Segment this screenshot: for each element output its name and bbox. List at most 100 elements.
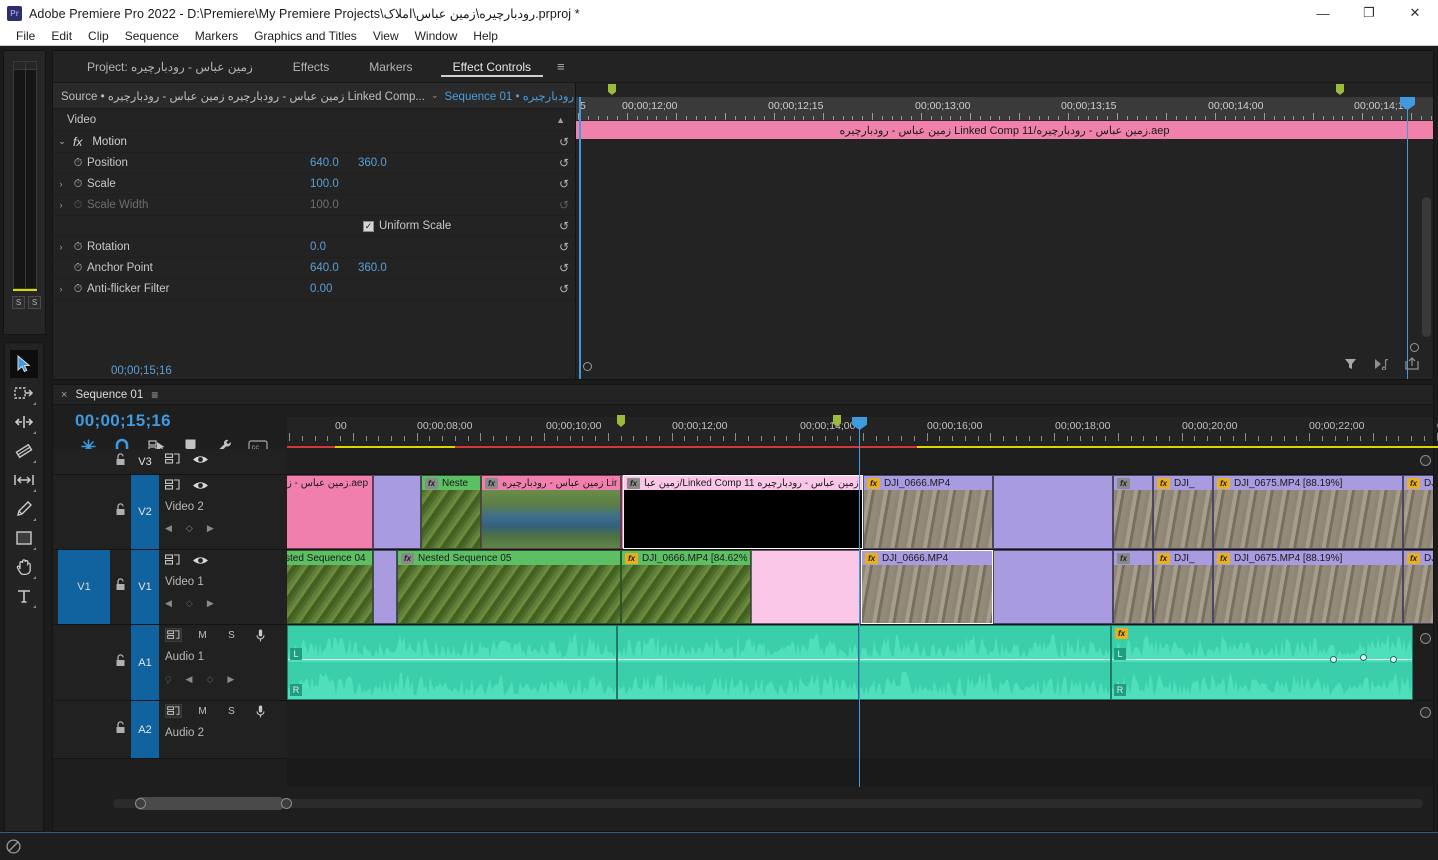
rectangle-tool[interactable] (10, 524, 38, 552)
filter-icon[interactable] (1344, 357, 1357, 375)
work-area-yellow[interactable] (335, 446, 455, 448)
audio-volume-line[interactable] (618, 659, 858, 660)
chevron-down-icon[interactable]: ⌄ (53, 136, 71, 147)
sync-lock-icon[interactable] (164, 478, 180, 496)
effect-controls-clip-strip[interactable]: زمین عباس - رودبارچیره Linked Comp 11/زم… (576, 121, 1433, 139)
sync-lock-icon[interactable] (165, 628, 182, 642)
fx-badge-icon[interactable]: fx (485, 477, 498, 489)
tab-effects[interactable]: Effects (273, 51, 349, 83)
fx-badge-icon[interactable]: fx (1117, 552, 1130, 564)
timeline-vertical-scrollbar[interactable] (1420, 455, 1431, 785)
add-keyframe-icon[interactable]: ◇ (186, 523, 193, 534)
timeline-clip-v1[interactable]: fx DJI_ (1153, 550, 1213, 624)
next-keyframe-icon[interactable]: ▶ (207, 598, 214, 609)
property-value-x[interactable]: 0.0 (310, 241, 326, 253)
property-row-scale[interactable]: › ⏱ Scale 100.0 ↺ (53, 174, 575, 195)
timeline-clip-v2[interactable]: fx DJI_0675.MP4 [88.19%] (1213, 475, 1403, 549)
property-row-uniform-scale[interactable]: ✓ Uniform Scale ↺ (53, 216, 575, 237)
track-header-a2[interactable]: A2 M S Audio 2 (53, 701, 287, 759)
track-band-v3[interactable] (287, 449, 1433, 475)
vscroll-top-knob[interactable] (1420, 455, 1431, 466)
selection-tool[interactable] (10, 350, 38, 378)
timeline-clip-v1[interactable]: fx (1113, 550, 1153, 624)
razor-tool[interactable] (10, 437, 38, 465)
reset-icon[interactable]: ↺ (559, 282, 569, 296)
fx-badge-icon[interactable]: fx (627, 477, 640, 489)
fx-badge-icon[interactable]: fx (1407, 477, 1420, 489)
vscroll-bottom-knob[interactable] (1420, 707, 1431, 718)
sync-lock-icon[interactable] (164, 553, 180, 571)
timeline-clip-v1[interactable]: fx Nested Sequence 05 (397, 550, 621, 624)
reset-icon[interactable]: ↺ (559, 156, 569, 170)
property-row-rotation[interactable]: › ⏱ Rotation 0.0 ↺ (53, 237, 575, 258)
timeline-clip-v1[interactable] (373, 550, 397, 624)
mute-button-a1[interactable]: M (194, 628, 211, 642)
pen-tool[interactable] (10, 495, 38, 523)
audio-volume-line[interactable] (288, 659, 616, 660)
effect-controls-vertical-scrollbar[interactable] (1422, 197, 1431, 337)
timeline-clip-v1[interactable]: fx DJI_0675.MP4 [88.19%] (1213, 550, 1403, 624)
stopwatch-icon[interactable]: ⏱ (69, 241, 87, 254)
timeline-ruler[interactable]: 00 00;00;08;00 00;00;10;00 00;00;12;00 00;00… (287, 417, 1438, 445)
timeline-clip-v1[interactable]: sted Sequence 04 (287, 550, 373, 624)
hscroll-right-knob[interactable] (281, 798, 292, 809)
timeline-clip-v2[interactable]: fx Neste (421, 475, 481, 549)
lock-icon[interactable] (115, 452, 126, 471)
slip-tool[interactable] (10, 466, 38, 494)
fx-badge-icon[interactable]: fx (625, 552, 638, 564)
lock-icon[interactable] (115, 578, 126, 596)
fx-badge-icon[interactable]: fx (1217, 477, 1230, 489)
track-label-v1[interactable]: V1 (131, 550, 159, 624)
type-tool[interactable] (10, 582, 38, 610)
timeline-clip-v1[interactable]: fx DJI_0666.MP4 (861, 550, 993, 624)
export-icon[interactable] (1405, 357, 1419, 375)
reset-icon[interactable]: ↺ (559, 240, 569, 254)
track-band-a1[interactable]: L R L Rfx (287, 625, 1433, 701)
minimize-button[interactable]: — (1300, 0, 1346, 26)
track-band-a2[interactable] (287, 701, 1433, 759)
microphone-icon[interactable] (252, 628, 269, 642)
hscroll-thumb[interactable] (135, 797, 285, 810)
menu-clip[interactable]: Clip (80, 26, 117, 46)
fx-badge-icon[interactable]: fx (1157, 477, 1170, 489)
track-label-v2[interactable]: V2 (131, 475, 159, 549)
effect-controls-timeline[interactable]: 5 00;00;12;00 00;00;12;15 00;00;13;00 00;00;… (576, 83, 1433, 379)
solo-button-a1[interactable]: S (223, 628, 240, 642)
audio-volume-keyframe[interactable] (1330, 656, 1337, 663)
eye-icon[interactable] (192, 553, 209, 571)
track-label-a2[interactable]: A2 (131, 701, 159, 758)
timeline-audio-clip[interactable] (859, 625, 1111, 700)
video-section-header[interactable]: Video ▲ (53, 109, 575, 131)
timeline-clip-v1[interactable]: fx DJI_0666.MP4 [84.62%] (621, 550, 751, 624)
menu-edit[interactable]: Edit (43, 26, 80, 46)
track-header-v1[interactable]: V1 V1 Video 1 ◀ ◇ ▶ (53, 550, 287, 625)
track-label-a1[interactable]: A1 (131, 625, 159, 700)
panel-menu-icon[interactable]: ≡ (151, 388, 158, 402)
microphone-icon[interactable] (252, 704, 269, 718)
uniform-scale-checkbox[interactable]: ✓ (363, 220, 374, 232)
tab-effect-controls[interactable]: Effect Controls (433, 51, 551, 83)
volume-keyframe-icon[interactable]: ◌̣ (165, 673, 172, 685)
ec-marker[interactable] (608, 84, 616, 95)
audio-volume-keyframe[interactable] (1390, 656, 1397, 663)
timeline-clip-v2[interactable]: fx زمین عبا/Linked Comp 11 زمین عباس - رو… (623, 475, 863, 549)
work-area-yellow[interactable] (917, 446, 1438, 448)
sync-lock-icon[interactable] (165, 704, 182, 718)
eye-icon[interactable] (192, 478, 209, 496)
lock-icon[interactable] (115, 653, 126, 672)
menu-file[interactable]: File (8, 26, 43, 46)
lock-icon[interactable] (115, 503, 126, 521)
ec-playhead[interactable] (1400, 97, 1415, 379)
eye-icon[interactable] (192, 452, 209, 470)
track-label-v3[interactable]: V3 (131, 449, 159, 474)
collapse-icon[interactable]: ▲ (556, 115, 565, 125)
ec-marker[interactable] (1336, 84, 1344, 95)
timeline-clip-v1[interactable] (993, 550, 1113, 624)
vscroll-mid-knob[interactable] (1420, 633, 1431, 644)
fx-badge-icon[interactable]: fx (1407, 552, 1420, 564)
menu-help[interactable]: Help (465, 26, 506, 46)
motion-effect-row[interactable]: ⌄ fx Motion ↺ (53, 131, 575, 153)
track-band-v1[interactable]: sted Sequence 04 fx Nested Sequence 05 fx DJ… (287, 550, 1433, 625)
fx-badge-icon[interactable]: fx (867, 477, 880, 489)
track-header-a1[interactable]: A1 M S Audio 1 ◌̣ ◀ ◇ ▶ (53, 625, 287, 701)
